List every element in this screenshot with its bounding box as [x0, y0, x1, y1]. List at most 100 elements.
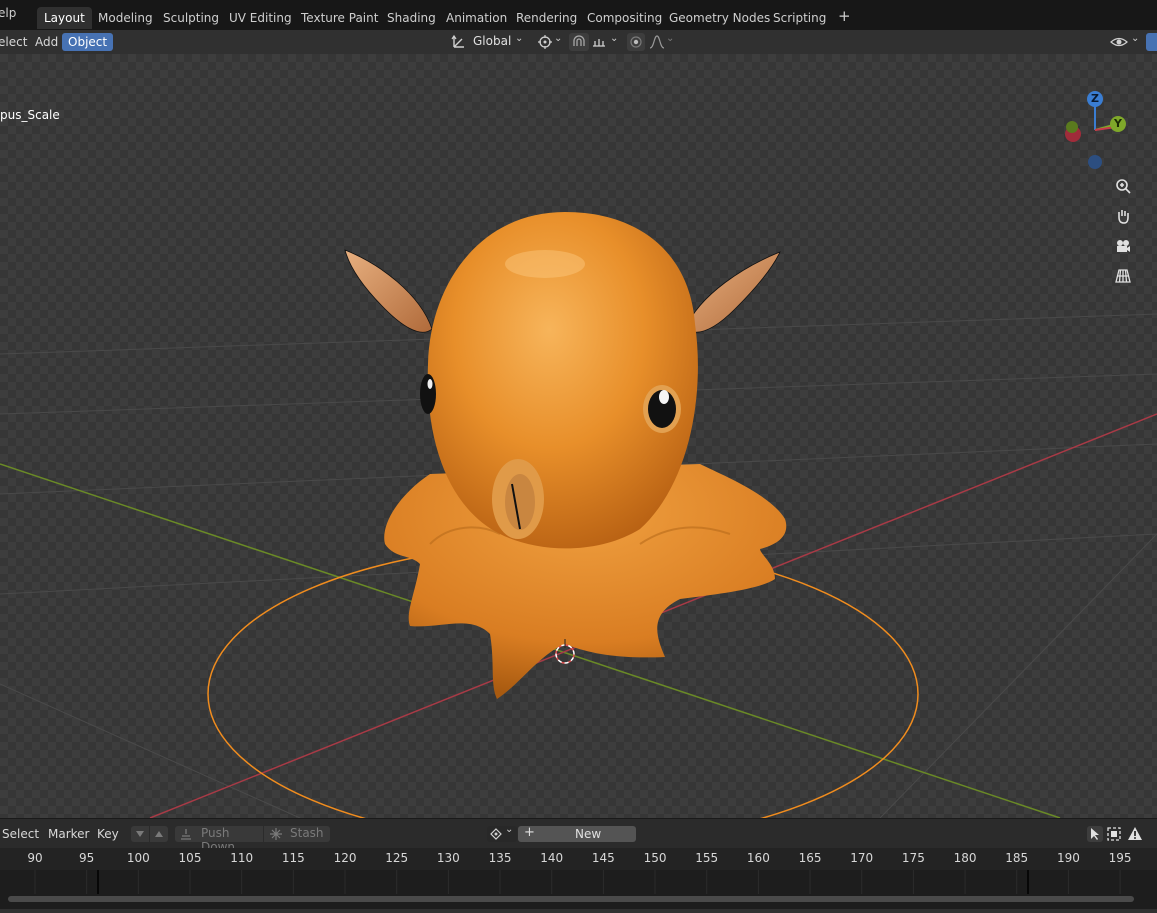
chevron-down-icon: ⌄: [505, 824, 514, 835]
chevron-down-icon: ⌄: [666, 33, 675, 44]
push-down-icon: [181, 829, 191, 840]
gizmo-toggle[interactable]: [1146, 33, 1157, 51]
tab-animation[interactable]: Animation: [439, 7, 514, 29]
grid-ortho-icon[interactable]: [1111, 264, 1135, 288]
triangle-down-icon: [136, 831, 144, 837]
top-bar: elp Layout Modeling Sculpting UV Editing Tex…: [0, 0, 1157, 30]
viewport-header: elect Add Object Global ⌄ ⌄ ⌄ ⌄ ⌄: [0, 30, 1157, 54]
stash-button[interactable]: Stash: [264, 826, 330, 842]
timeline-scrollbar[interactable]: [8, 896, 1134, 902]
frame-number: 135: [488, 851, 512, 865]
tab-compositing[interactable]: Compositing: [580, 7, 669, 29]
action-up-button[interactable]: [150, 826, 168, 842]
object-menu[interactable]: Object: [62, 33, 114, 51]
push-down-button[interactable]: Push Down: [175, 826, 263, 854]
chevron-down-icon: ⌄: [1131, 33, 1140, 44]
right-ear: [684, 251, 781, 333]
frame-number: 150: [643, 851, 667, 865]
proportional-falloff-dropdown[interactable]: ⌄: [648, 33, 676, 51]
tab-rendering[interactable]: Rendering: [509, 7, 584, 29]
tab-texture-paint[interactable]: Texture Paint: [294, 7, 385, 29]
cursor-select-icon[interactable]: [1087, 826, 1103, 842]
frame-number: 125: [385, 851, 409, 865]
transform-axis-icon: [451, 34, 464, 48]
tab-scripting[interactable]: Scripting: [766, 7, 833, 29]
frame-number: 115: [281, 851, 305, 865]
frame-number: 195: [1108, 851, 1132, 865]
eye-icon: [1110, 37, 1128, 47]
magnet-icon: [573, 35, 585, 46]
y-axis-button[interactable]: Y: [1110, 116, 1126, 132]
timeline-ruler[interactable]: 90 95 100 105 110 115 120 125 130 135 140 145 150 155…: [0, 848, 1157, 870]
triangle-up-icon: [155, 831, 163, 837]
timeline-select-menu[interactable]: Select: [2, 827, 39, 841]
frame-selected-icon[interactable]: [1106, 826, 1122, 842]
tab-layout[interactable]: Layout: [37, 7, 92, 29]
select-menu[interactable]: elect: [0, 33, 27, 51]
frame-number: 165: [798, 851, 822, 865]
left-ear: [344, 249, 433, 333]
transform-orientation-dropdown[interactable]: Global ⌄: [448, 33, 526, 51]
right-eye: [643, 385, 681, 433]
pivot-point-dropdown[interactable]: ⌄: [536, 33, 564, 51]
snap-toggle[interactable]: [569, 33, 589, 51]
frame-number: 170: [850, 851, 874, 865]
proportional-edit-toggle[interactable]: [627, 33, 645, 51]
timeline-marker-menu[interactable]: Marker: [48, 827, 89, 841]
frame-number: 90: [27, 851, 43, 865]
plus-icon: +: [524, 825, 535, 840]
add-menu[interactable]: Add: [35, 33, 58, 51]
frame-number: 120: [333, 851, 357, 865]
chevron-down-icon: ⌄: [554, 33, 563, 44]
frame-number: 160: [746, 851, 770, 865]
falloff-curve-icon: [649, 35, 665, 49]
timeline-body[interactable]: [0, 870, 1157, 909]
tab-sculpting[interactable]: Sculpting: [156, 7, 226, 29]
action-down-button[interactable]: [131, 826, 149, 842]
action-icon: [490, 828, 502, 840]
frame-number: 175: [901, 851, 925, 865]
action-browse-dropdown[interactable]: ⌄: [487, 824, 517, 842]
tab-shading[interactable]: Shading: [380, 7, 443, 29]
add-workspace-button[interactable]: +: [831, 5, 858, 27]
frame-number: 185: [1005, 851, 1029, 865]
snap-increment-icon: [593, 39, 605, 47]
frame-number: 95: [79, 851, 95, 865]
frame-number: 110: [230, 851, 254, 865]
chevron-down-icon: ⌄: [610, 33, 619, 44]
timeline-key-menu[interactable]: Key: [97, 827, 119, 841]
snap-target-dropdown[interactable]: ⌄: [591, 33, 621, 51]
tab-modeling[interactable]: Modeling: [91, 7, 160, 29]
visibility-dropdown[interactable]: ⌄: [1110, 33, 1140, 51]
frame-number: 100: [126, 851, 150, 865]
pivot-icon: [538, 35, 552, 49]
active-object-name: pus_Scale: [0, 108, 60, 122]
new-action-label: New: [575, 827, 602, 841]
stash-label: Stash: [290, 826, 324, 840]
orientation-label: Global: [473, 34, 512, 48]
new-action-button[interactable]: + New: [518, 825, 636, 842]
timeline-header: Select Marker Key Push Down Stash ⌄ + Ne…: [0, 818, 1157, 854]
camera-icon[interactable]: [1111, 234, 1135, 258]
tab-geometry-nodes[interactable]: Geometry Nodes: [662, 7, 777, 29]
frame-number: 105: [178, 851, 202, 865]
frame-number: 145: [591, 851, 615, 865]
frame-number: 190: [1056, 851, 1080, 865]
frame-number: 140: [540, 851, 564, 865]
snowflake-icon: [270, 828, 282, 840]
left-eye: [420, 374, 436, 414]
proportional-icon: [630, 36, 642, 48]
warning-icon[interactable]: [1127, 826, 1143, 842]
3d-viewport[interactable]: Z Y X: [0, 54, 1157, 818]
siphon: [492, 459, 544, 539]
zoom-icon[interactable]: [1111, 174, 1135, 198]
scene-canvas: [0, 212, 1157, 818]
chevron-down-icon: ⌄: [515, 33, 524, 44]
frame-number: 180: [953, 851, 977, 865]
tab-uv-editing[interactable]: UV Editing: [222, 7, 299, 29]
hand-pan-icon[interactable]: [1111, 204, 1135, 228]
navigation-gizmo[interactable]: Z Y X: [1060, 90, 1130, 170]
z-axis-button[interactable]: Z: [1087, 91, 1103, 107]
help-menu[interactable]: elp: [0, 6, 16, 20]
frame-number: 155: [695, 851, 719, 865]
